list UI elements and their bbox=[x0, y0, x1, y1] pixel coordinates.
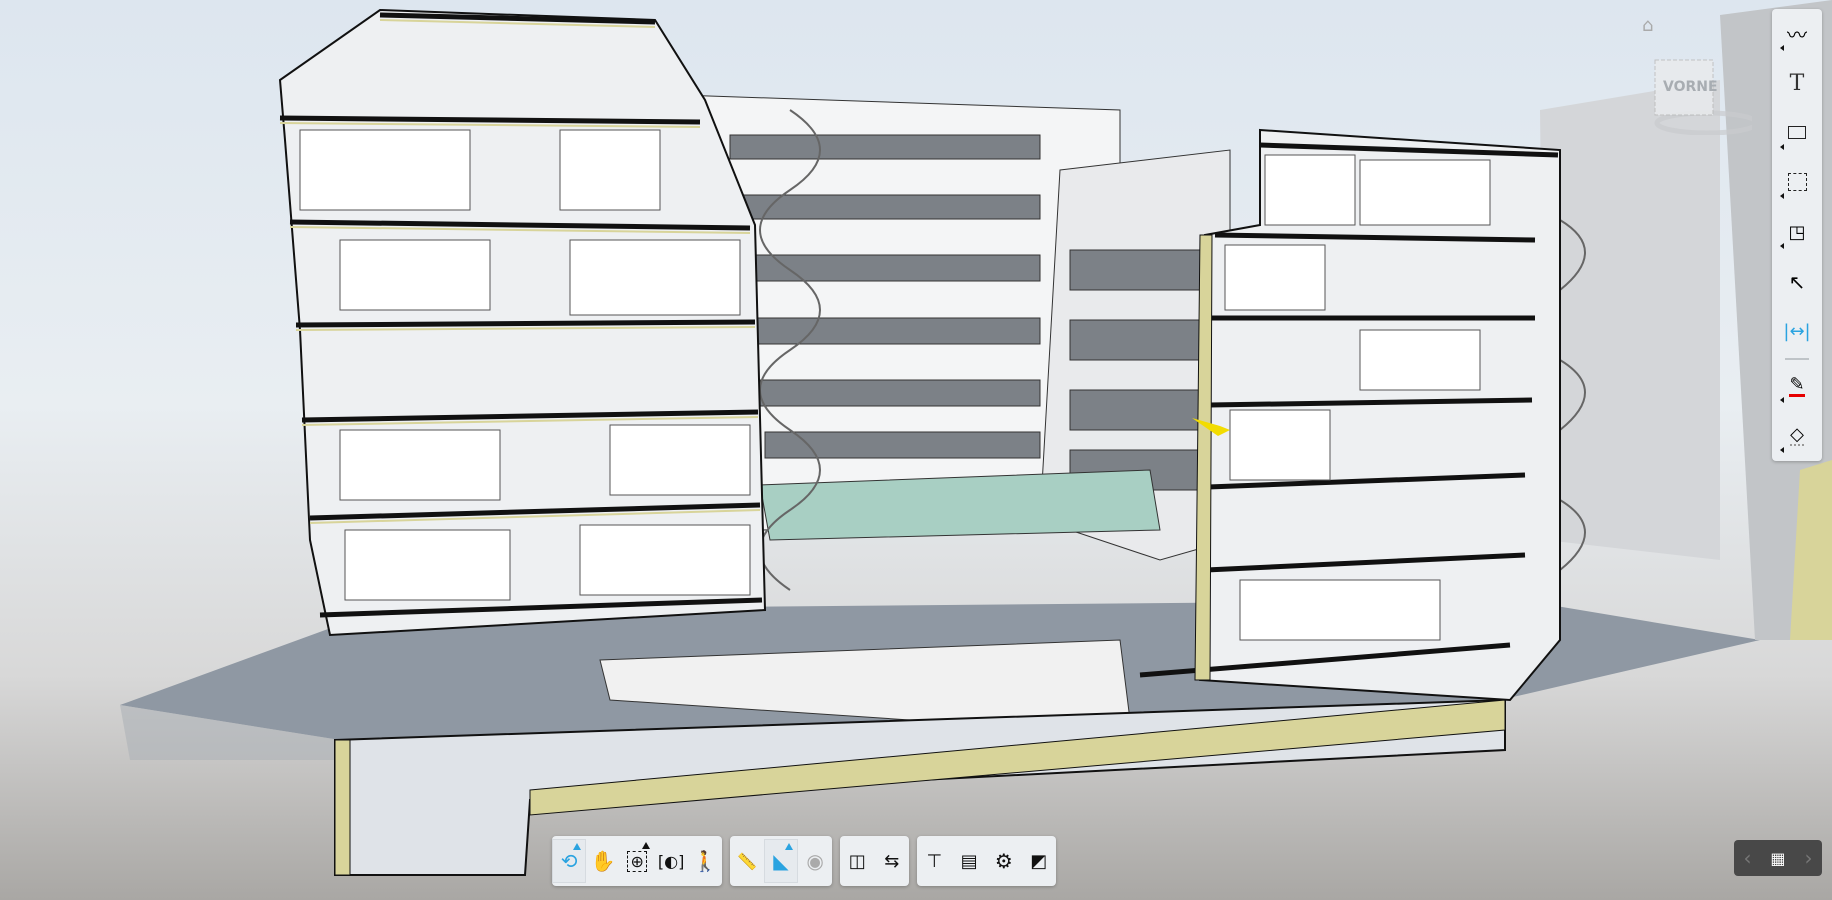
section-plane-icon: ◣ bbox=[773, 849, 789, 873]
callout-icon bbox=[1788, 126, 1806, 140]
basement-hatch bbox=[334, 739, 351, 876]
3d-model-viewport[interactable] bbox=[0, 0, 1832, 900]
split-view-button[interactable]: ◫ bbox=[840, 839, 875, 883]
freehand-button[interactable]: 〰 bbox=[1772, 9, 1822, 59]
text-button[interactable]: T bbox=[1772, 59, 1822, 109]
zoom-window-icon: ⊕ bbox=[627, 850, 647, 872]
settings-gear-icon: ⚙ bbox=[994, 849, 1013, 873]
shape-button[interactable]: ◳ bbox=[1772, 207, 1822, 257]
navigation-box: ‹ ▦ › bbox=[1734, 840, 1822, 876]
left-building-section bbox=[278, 8, 767, 637]
explode-button[interactable]: ◉ bbox=[798, 839, 832, 883]
dimension-button[interactable]: |↔| bbox=[1772, 306, 1822, 356]
swap-arrows-icon: ⇆ bbox=[884, 850, 900, 872]
swap-button[interactable]: ⇆ bbox=[875, 839, 910, 883]
split-view-icon: ◫ bbox=[848, 850, 866, 872]
toolbar-group-navigation: ⟲ ✋ ⊕ [◐] 🚶 bbox=[552, 836, 722, 886]
properties-icon: ▤ bbox=[960, 850, 978, 872]
pan-hand-icon: ✋ bbox=[590, 849, 616, 873]
properties-button[interactable]: ▤ bbox=[952, 839, 987, 883]
pen-color-icon: ✎ bbox=[1789, 374, 1805, 398]
fill-button[interactable]: ◇ bbox=[1772, 411, 1822, 461]
fullscreen-button[interactable]: ◩ bbox=[1021, 839, 1056, 883]
measure-button[interactable]: 📏 bbox=[730, 839, 764, 883]
next-button[interactable]: › bbox=[1805, 846, 1813, 870]
first-person-button[interactable]: 🚶 bbox=[688, 839, 722, 883]
shape-icon: ◳ bbox=[1788, 221, 1806, 243]
section-button[interactable]: ◣ bbox=[763, 839, 799, 883]
model-tree-button[interactable]: ⊤ bbox=[917, 839, 952, 883]
fill-icon: ◇ bbox=[1790, 424, 1804, 447]
toolbar-divider bbox=[1785, 357, 1809, 360]
callout-button[interactable] bbox=[1772, 108, 1822, 158]
measure-ruler-icon: 📏 bbox=[736, 851, 757, 871]
toolbar-group-settings: ⊤ ▤ ⚙ ◩ bbox=[917, 836, 1056, 886]
dimension-icon: |↔| bbox=[1783, 320, 1811, 342]
cloud-icon bbox=[1787, 173, 1807, 192]
fit-to-view-button[interactable]: [◐] bbox=[654, 839, 688, 883]
model-tree-icon: ⊤ bbox=[926, 850, 943, 872]
viewcube[interactable]: VORNE ⌂ bbox=[1642, 15, 1760, 136]
grid-icon[interactable]: ▦ bbox=[1770, 849, 1785, 868]
zoom-window-button[interactable]: ⊕ bbox=[620, 839, 654, 883]
first-person-icon: 🚶 bbox=[692, 849, 718, 873]
explode-hidden-icon: ◉ bbox=[806, 849, 824, 873]
home-icon[interactable]: ⌂ bbox=[1642, 15, 1653, 36]
orbit-button[interactable]: ⟲ bbox=[552, 839, 587, 883]
fullscreen-icon: ◩ bbox=[1030, 850, 1048, 872]
arrow-button[interactable]: ↖ bbox=[1772, 257, 1822, 307]
text-icon: T bbox=[1789, 70, 1805, 96]
freehand-icon: 〰 bbox=[1787, 23, 1807, 48]
markup-toolbar: 〰 T ◳ ↖ |↔| ✎ ◇ bbox=[1772, 9, 1822, 461]
arrow-icon: ↖ bbox=[1788, 269, 1806, 294]
pen-color-button[interactable]: ✎ bbox=[1772, 362, 1822, 412]
toolbar-group-model-tools: 📏 ◣ ◉ bbox=[730, 836, 832, 886]
viewcube-face-front[interactable]: VORNE bbox=[1663, 79, 1718, 95]
toolbar-group-view: ◫ ⇆ bbox=[840, 836, 909, 886]
fit-to-view-icon: [◐] bbox=[657, 851, 685, 871]
prev-button[interactable]: ‹ bbox=[1743, 846, 1751, 870]
background-building bbox=[1540, 80, 1720, 560]
settings-button[interactable]: ⚙ bbox=[987, 839, 1022, 883]
cloud-button[interactable] bbox=[1772, 158, 1822, 208]
pan-button[interactable]: ✋ bbox=[586, 839, 620, 883]
orbit-icon: ⟲ bbox=[560, 849, 578, 873]
viewcube-graphic bbox=[1654, 59, 1760, 136]
